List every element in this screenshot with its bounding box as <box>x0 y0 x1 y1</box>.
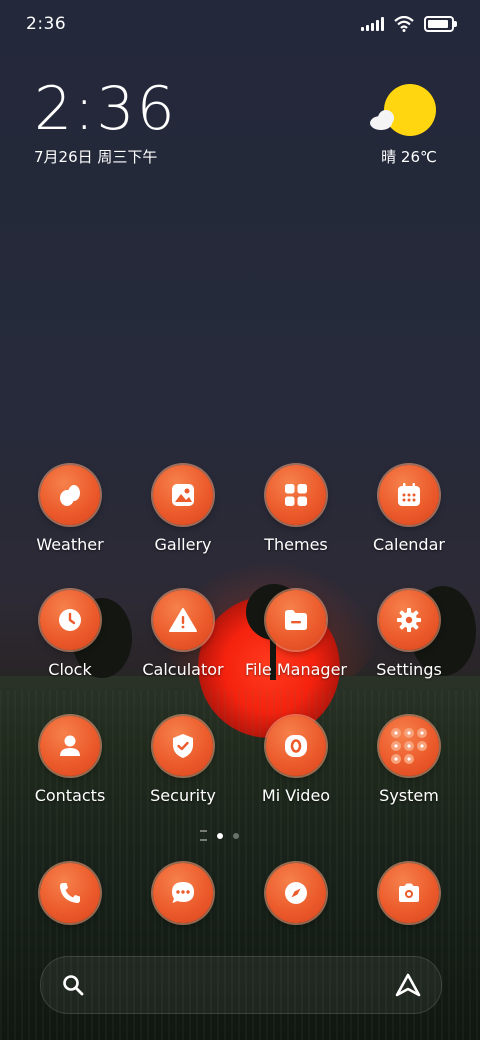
camera-icon <box>379 863 439 923</box>
app-label: Weather <box>36 535 104 554</box>
themes-icon <box>266 465 326 525</box>
app-settings[interactable]: Settings <box>354 590 464 679</box>
page-dot <box>233 832 239 839</box>
folder-grid-icon <box>379 716 439 776</box>
battery-icon <box>424 16 457 32</box>
wifi-icon <box>394 16 414 32</box>
page-dot-active <box>217 832 223 839</box>
status-time: 2:36 <box>26 14 67 34</box>
app-security[interactable]: Security <box>128 716 238 805</box>
app-weather[interactable]: Weather <box>15 465 125 554</box>
clock-widget[interactable]: 2:36 7月26日 周三下午 <box>34 74 177 167</box>
status-bar: 2:36 <box>0 0 480 50</box>
app-calculator[interactable]: Calculator <box>128 590 238 679</box>
dock-messages[interactable] <box>128 863 238 923</box>
shield-icon <box>153 716 213 776</box>
dock-camera[interactable] <box>354 863 464 923</box>
app-label: File Manager <box>245 660 347 679</box>
video-icon <box>266 716 326 776</box>
page-indicator[interactable] <box>200 830 239 841</box>
widget-time: 2:36 <box>34 74 177 144</box>
app-label: Calendar <box>373 535 445 554</box>
app-label: Clock <box>48 660 92 679</box>
app-label: Gallery <box>154 535 212 554</box>
widget-date: 7月26日 周三下午 <box>34 148 158 166</box>
app-calendar[interactable]: Calendar <box>354 465 464 554</box>
folder-icon <box>266 590 326 650</box>
app-clock[interactable]: Clock <box>15 590 125 679</box>
dock-browser[interactable] <box>241 863 351 923</box>
phone-icon <box>40 863 100 923</box>
warning-icon <box>153 590 213 650</box>
app-mi-video[interactable]: Mi Video <box>241 716 351 805</box>
clock-icon <box>40 590 100 650</box>
page-list-icon <box>200 830 207 841</box>
signal-icon <box>361 17 384 31</box>
dock-phone[interactable] <box>15 863 125 923</box>
app-label: System <box>379 786 439 805</box>
app-label: Contacts <box>34 786 106 805</box>
weather-icon <box>40 465 100 525</box>
app-themes[interactable]: Themes <box>241 465 351 554</box>
contacts-icon <box>40 716 100 776</box>
app-label: Security <box>150 786 216 805</box>
weather-text: 晴 26℃ <box>381 148 437 166</box>
gear-icon <box>379 590 439 650</box>
app-folder-system[interactable]: System <box>354 716 464 805</box>
app-label: Calculator <box>142 660 224 679</box>
search-bar[interactable] <box>40 956 442 1014</box>
compass-icon <box>266 863 326 923</box>
message-icon <box>153 863 213 923</box>
app-label: Settings <box>376 660 442 679</box>
gallery-icon <box>153 465 213 525</box>
app-gallery[interactable]: Gallery <box>128 465 238 554</box>
app-label: Mi Video <box>261 786 331 805</box>
calendar-icon <box>379 465 439 525</box>
status-icons <box>361 16 457 32</box>
app-label: Themes <box>264 535 328 554</box>
assistant-icon[interactable] <box>393 971 423 999</box>
app-contacts[interactable]: Contacts <box>15 716 125 805</box>
app-file-manager[interactable]: File Manager <box>241 590 351 679</box>
search-icon <box>63 975 84 996</box>
